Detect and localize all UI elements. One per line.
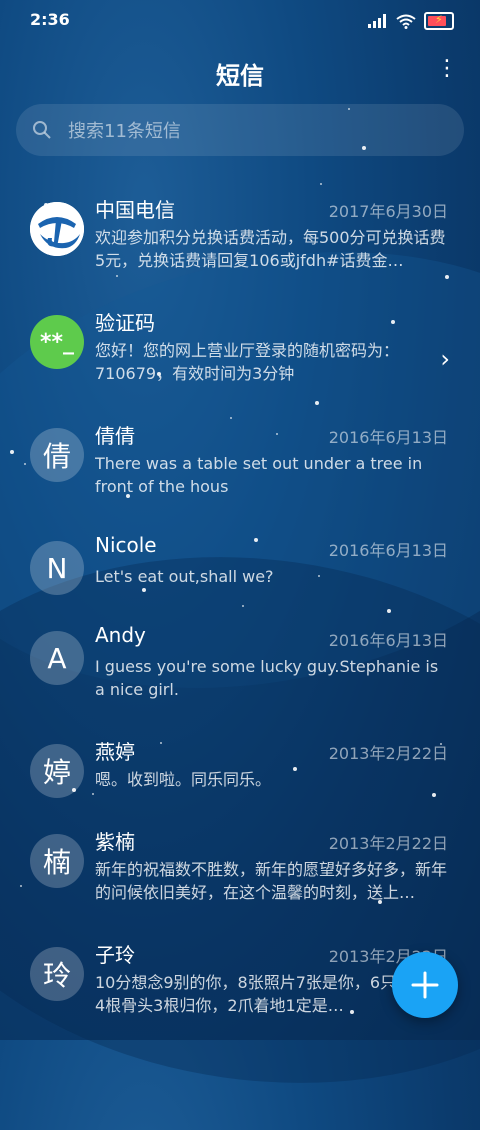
contact-name: 倩倩 [95, 424, 135, 448]
avatar: 婷 [30, 744, 84, 798]
contact-name: Nicole [95, 533, 157, 557]
page-title: 短信 [216, 62, 264, 90]
conversation-item[interactable]: 楠 紫楠 2013年2月22日 新年的祝福数不胜数，新年的愿望好多好多，新年的问… [0, 812, 480, 925]
message-preview: 欢迎参加积分兑换话费活动，每500分可兑换话费5元，兑换话费请回复106或jfd… [95, 228, 446, 270]
more-vertical-icon[interactable]: ⋮ [436, 58, 458, 80]
contact-name: 紫楠 [95, 830, 135, 854]
message-date: 2016年6月13日 [328, 631, 448, 650]
message-date: 2016年6月13日 [328, 428, 448, 447]
search-input[interactable] [66, 114, 440, 148]
avatar: 倩 [30, 428, 84, 482]
message-date: 2016年6月13日 [328, 541, 448, 560]
conversation-item[interactable]: 倩 倩倩 2016年6月13日 There was a table set ou… [0, 406, 480, 519]
avatar: A [30, 631, 84, 685]
message-preview: 嗯。收到啦。同乐同乐。 [95, 770, 272, 789]
contact-name: 验证码 [95, 311, 155, 335]
conversation-item[interactable]: **_ 验证码 您好！您的网上营业厅登录的随机密码为：710679，有效时间为3… [0, 293, 480, 406]
china-telecom-logo [30, 202, 84, 256]
message-date: 2013年2月22日 [328, 834, 448, 853]
message-preview: 您好！您的网上营业厅登录的随机密码为：710679，有效时间为3分钟 [95, 341, 400, 383]
avatar: 玲 [30, 947, 84, 1001]
message-preview: 新年的祝福数不胜数，新年的愿望好多好多，新年的问候依旧美好，在这个温馨的时刻，送… [95, 860, 448, 902]
conversation-item[interactable]: 中国电信 2017年6月30日 欢迎参加积分兑换话费活动，每500分可兑换话费5… [0, 180, 480, 293]
avatar: 楠 [30, 834, 84, 888]
status-bar: 2:36 ⚡ [0, 0, 480, 40]
avatar: **_ [30, 315, 84, 369]
signal-icon [368, 14, 386, 28]
conversation-item[interactable]: 婷 燕婷 2013年2月22日 嗯。收到啦。同乐同乐。 [0, 722, 480, 812]
conversation-item[interactable]: A Andy 2016年6月13日 I guess you're some lu… [0, 609, 480, 722]
search-bar[interactable] [16, 104, 464, 156]
chevron-right-icon[interactable]: › [440, 345, 450, 373]
status-time: 2:36 [30, 10, 70, 29]
message-preview: Let's eat out,shall we? [95, 567, 274, 586]
contact-name: 子玲 [95, 943, 135, 967]
wifi-icon [396, 14, 416, 29]
avatar: N [30, 541, 84, 595]
conversation-item[interactable]: N Nicole 2016年6月13日 Let's eat out,shall … [0, 519, 480, 609]
message-preview: There was a table set out under a tree i… [95, 454, 423, 496]
conversation-list: 中国电信 2017年6月30日 欢迎参加积分兑换话费活动，每500分可兑换话费5… [0, 180, 480, 1038]
contact-name: Andy [95, 623, 146, 647]
message-preview: I guess you're some lucky guy.Stephanie … [95, 657, 439, 699]
app-header: 短信 ⋮ [0, 50, 480, 91]
plus-icon [411, 971, 439, 999]
message-date: 2013年2月22日 [328, 744, 448, 763]
message-date: 2017年6月30日 [328, 202, 448, 221]
status-icons: ⚡ [368, 12, 454, 30]
battery-charging-icon: ⚡ [424, 12, 454, 30]
contact-name: 中国电信 [95, 198, 175, 222]
search-icon [33, 121, 51, 139]
contact-name: 燕婷 [95, 740, 135, 764]
new-message-button[interactable] [392, 952, 458, 1018]
